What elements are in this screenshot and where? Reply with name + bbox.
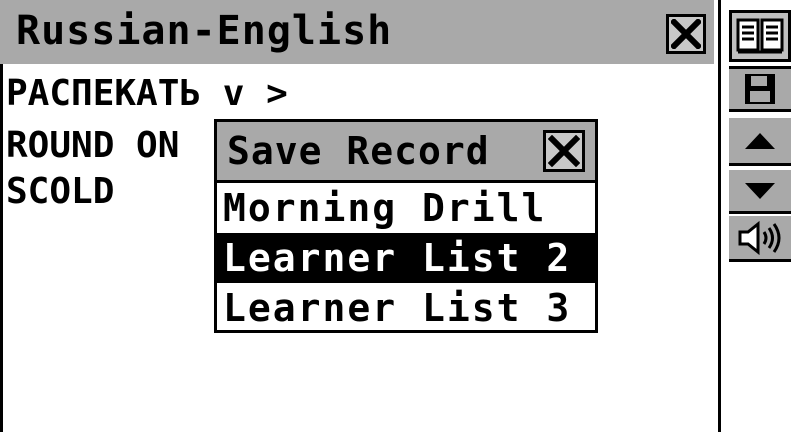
dialog-close-button[interactable] [543,130,585,172]
dictionary-button[interactable] [729,10,791,62]
record-option[interactable]: Morning Drill [217,183,595,233]
right-toolbar [721,0,797,432]
entry-item[interactable]: РАСПЕКАТЬ v > [6,74,288,114]
record-option-selected[interactable]: Learner List 2 [217,233,595,283]
entry-item[interactable]: ROUND ON [6,126,179,166]
title-bar: Russian-English [0,0,714,64]
window-close-button[interactable] [666,14,706,54]
window-title: Russian-English [16,8,393,54]
arrow-down-icon [745,182,775,199]
speaker-icon [738,220,781,255]
scroll-down-button[interactable] [729,170,791,214]
book-icon [736,18,784,54]
record-option[interactable]: Learner List 3 [217,283,595,333]
dialog-title: Save Record [227,129,490,173]
save-button[interactable] [729,66,791,112]
dialog-header: Save Record [217,122,595,183]
save-record-dialog: Save Record Morning Drill Learner List 2… [214,119,598,333]
scroll-up-button[interactable] [729,118,791,166]
entry-item[interactable]: SCOLD [6,172,114,212]
frame-left-border [0,64,3,432]
arrow-up-icon [745,132,775,149]
pronounce-button[interactable] [729,216,791,262]
close-icon [671,19,701,49]
close-icon [548,135,580,167]
save-icon [745,74,775,104]
